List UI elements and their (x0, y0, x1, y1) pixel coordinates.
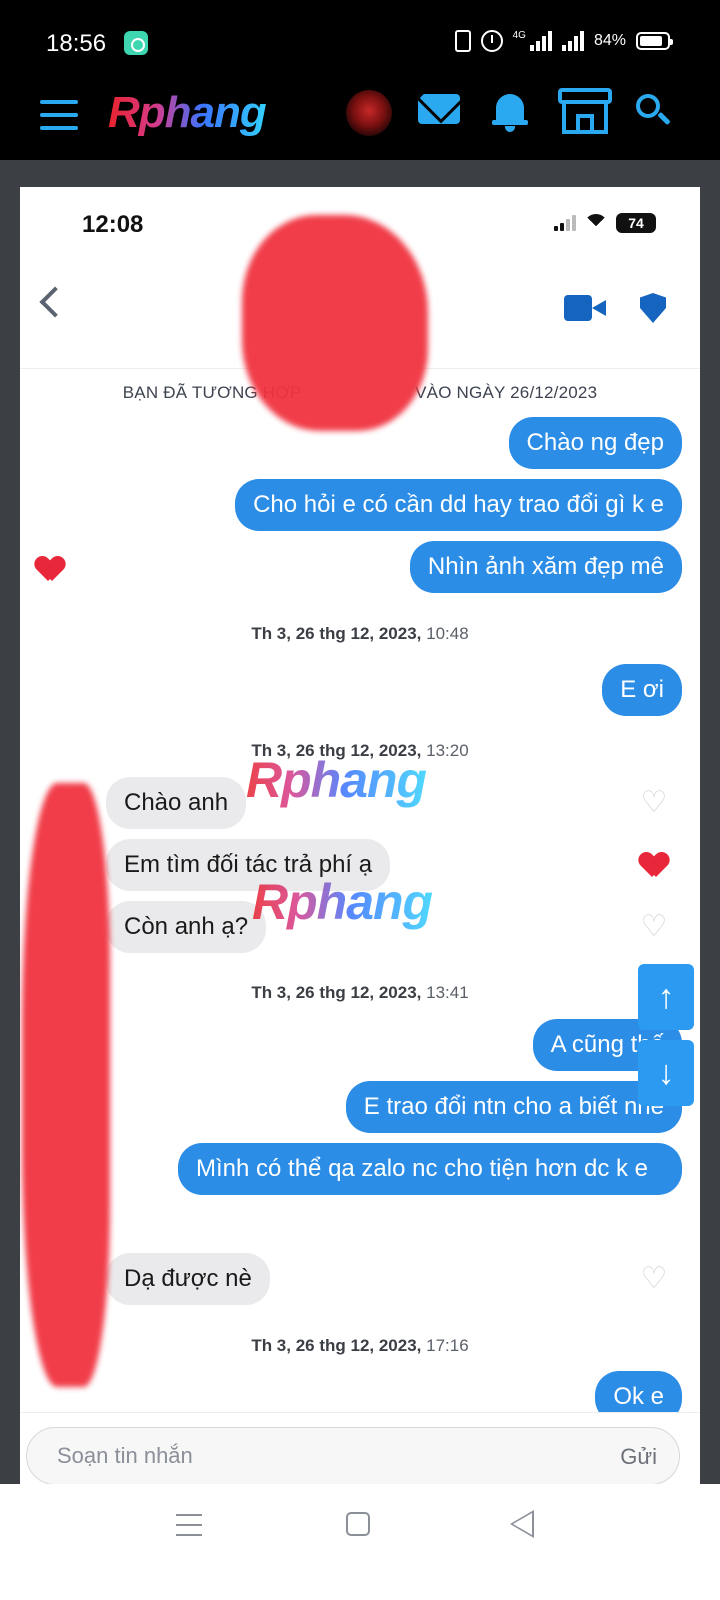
heart-outline-icon[interactable]: ♡ (640, 788, 668, 818)
message-bubble-in[interactable]: Dạ được nè (106, 1253, 270, 1305)
message-bubble-out[interactable]: Mình có thể qa zalo nc cho tiện hơn dc k… (178, 1143, 682, 1195)
system-status-bar: 18:56 4G 84% (0, 0, 720, 86)
mail-icon[interactable] (418, 94, 460, 124)
heart-outline-icon[interactable]: ♡ (640, 1264, 668, 1294)
app-notification-icon (124, 31, 148, 55)
system-clock: 18:56 (46, 30, 107, 57)
heart-icon[interactable] (36, 557, 64, 583)
back-nav-icon[interactable] (510, 1510, 534, 1538)
signal-icon-2 (561, 31, 584, 51)
message-bubble-out[interactable]: E ơi (602, 664, 682, 716)
menu-icon[interactable] (40, 100, 78, 130)
match-notice-right: VÀO NGÀY 26/12/2023 (415, 383, 598, 402)
cellular-icon (554, 215, 576, 231)
recents-icon[interactable] (176, 1514, 202, 1536)
post-image-frame: 12:08 74 BẠN ĐÃ TƯƠNG HỢP VÀO NGÀY 26/12… (0, 160, 720, 1512)
alarm-icon (480, 30, 503, 52)
arrow-up-icon: ↑ (657, 978, 675, 1016)
send-button[interactable]: Gửi (620, 1444, 657, 1470)
redaction-scribble (242, 215, 428, 431)
redaction-scribble (22, 783, 110, 1387)
search-icon[interactable] (636, 94, 671, 128)
battery-icon (636, 32, 673, 50)
home-icon[interactable] (346, 1512, 370, 1536)
message-bubble-out[interactable]: E trao đổi ntn cho a biết nhé (345, 1081, 682, 1133)
heart-outline-icon[interactable]: ♡ (640, 912, 668, 942)
user-avatar[interactable] (346, 90, 392, 136)
site-logo[interactable]: Rphang (108, 88, 267, 138)
timestamp: Th 3, 26 thg 12, 2023, 13:41 (251, 983, 469, 1002)
timestamp: Th 3, 26 thg 12, 2023, 17:16 (251, 1336, 469, 1355)
arrow-down-icon: ↓ (657, 1054, 675, 1092)
vibrate-icon (454, 30, 471, 52)
watermark-logo: Rphang (252, 874, 433, 930)
message-bubble-out[interactable]: Nhìn ảnh xăm đẹp mê (409, 541, 682, 593)
system-indicators: 4G 84% (454, 30, 673, 52)
battery-percent: 84% (593, 32, 626, 49)
ios-indicators: 74 (554, 213, 656, 233)
timestamp: Th 3, 26 thg 12, 2023, 10:48 (251, 624, 469, 643)
message-placeholder: Soạn tin nhắn (57, 1443, 193, 1468)
ios-battery: 74 (616, 213, 656, 233)
message-bubble-in[interactable]: Còn anh ạ? (106, 901, 267, 953)
message-bubble-out[interactable]: Cho hỏi e có cần dd hay trao đổi gì k e (235, 479, 682, 531)
shield-icon[interactable] (640, 293, 666, 323)
message-bubble-out[interactable]: Chào ng đẹp (508, 417, 682, 469)
site-header: Rphang (0, 86, 720, 160)
network-type-label: 4G (512, 30, 526, 41)
ios-clock: 12:08 (82, 211, 144, 238)
wifi-icon (584, 214, 608, 232)
video-call-icon[interactable] (564, 295, 606, 321)
message-input[interactable]: Soạn tin nhắn Gửi (26, 1427, 680, 1485)
signal-icon (529, 31, 552, 51)
bell-icon[interactable] (492, 90, 528, 132)
watermark-logo: Rphang (246, 752, 427, 808)
message-bubble-in[interactable]: Chào anh (106, 777, 247, 829)
scroll-up-button[interactable]: ↑ (638, 964, 694, 1030)
chat-screenshot: 12:08 74 BẠN ĐÃ TƯƠNG HỢP VÀO NGÀY 26/12… (20, 187, 700, 1512)
back-icon[interactable] (39, 286, 71, 318)
scroll-down-button[interactable]: ↓ (638, 1040, 694, 1106)
heart-icon[interactable] (640, 853, 668, 879)
navigation-bar (0, 1484, 720, 1600)
store-icon[interactable] (558, 88, 612, 134)
